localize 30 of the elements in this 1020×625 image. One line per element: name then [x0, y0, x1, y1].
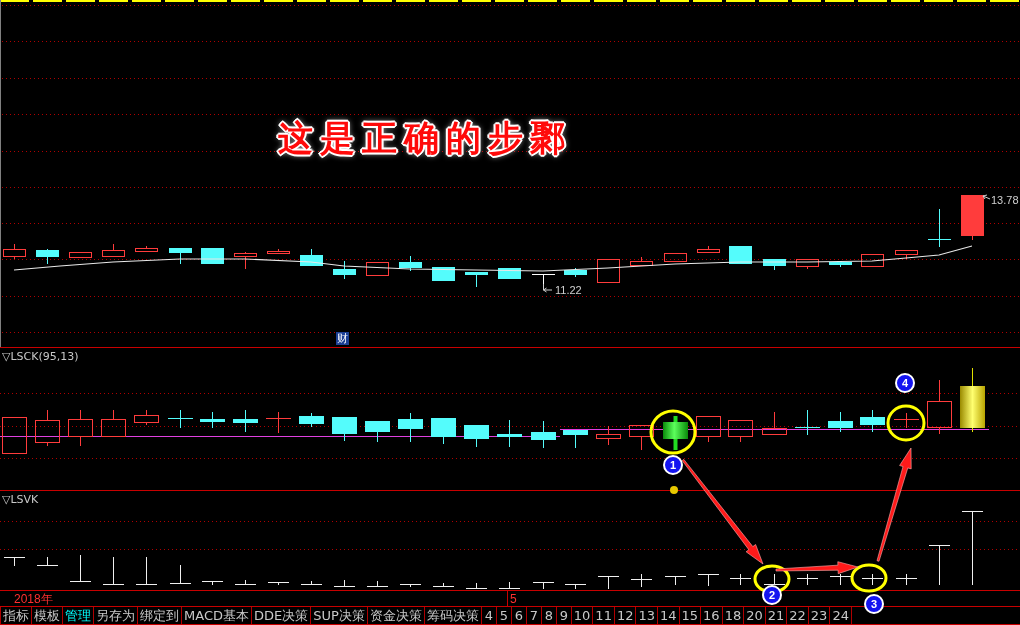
tab[interactable]: 16 [701, 607, 723, 624]
finance-marker: 财 [336, 332, 349, 345]
tab[interactable]: 14 [658, 607, 680, 624]
step-number: 3 [864, 594, 884, 614]
tab[interactable]: 绑定到 [138, 607, 182, 624]
year-label: 2018年 [14, 591, 53, 606]
tab[interactable]: 筹码决策 [424, 607, 482, 624]
tab[interactable]: 资金决策 [367, 607, 425, 624]
annotation-title: 这是正确的步鄹 [278, 117, 572, 159]
tab[interactable]: MACD基本 [182, 607, 252, 624]
tab[interactable]: 指标 [0, 607, 32, 624]
tab[interactable]: 管理 [63, 607, 94, 624]
step-number: 1 [663, 455, 683, 475]
tab[interactable]: 15 [679, 607, 702, 624]
tab[interactable]: 23 [808, 607, 831, 624]
indicator-label: ▽LSCK(95,13) [2, 350, 79, 363]
month-label: 5 [510, 591, 517, 606]
tab[interactable]: 22 [787, 607, 809, 624]
tab[interactable]: 24 [830, 607, 852, 624]
tab[interactable]: 20 [744, 607, 766, 624]
tab[interactable]: 11 [593, 607, 615, 624]
tab[interactable]: 13 [636, 607, 658, 624]
step-number: 2 [762, 585, 782, 605]
marker-dot-icon [670, 486, 678, 494]
indicator-label: ▽LSVK [2, 493, 39, 506]
tab[interactable]: 21 [765, 607, 788, 624]
tab[interactable]: 另存为 [94, 607, 138, 624]
price-label: 13.78 [991, 194, 1019, 206]
tab[interactable]: 模板 [32, 607, 63, 624]
tab[interactable]: SUP决策 [311, 607, 368, 624]
